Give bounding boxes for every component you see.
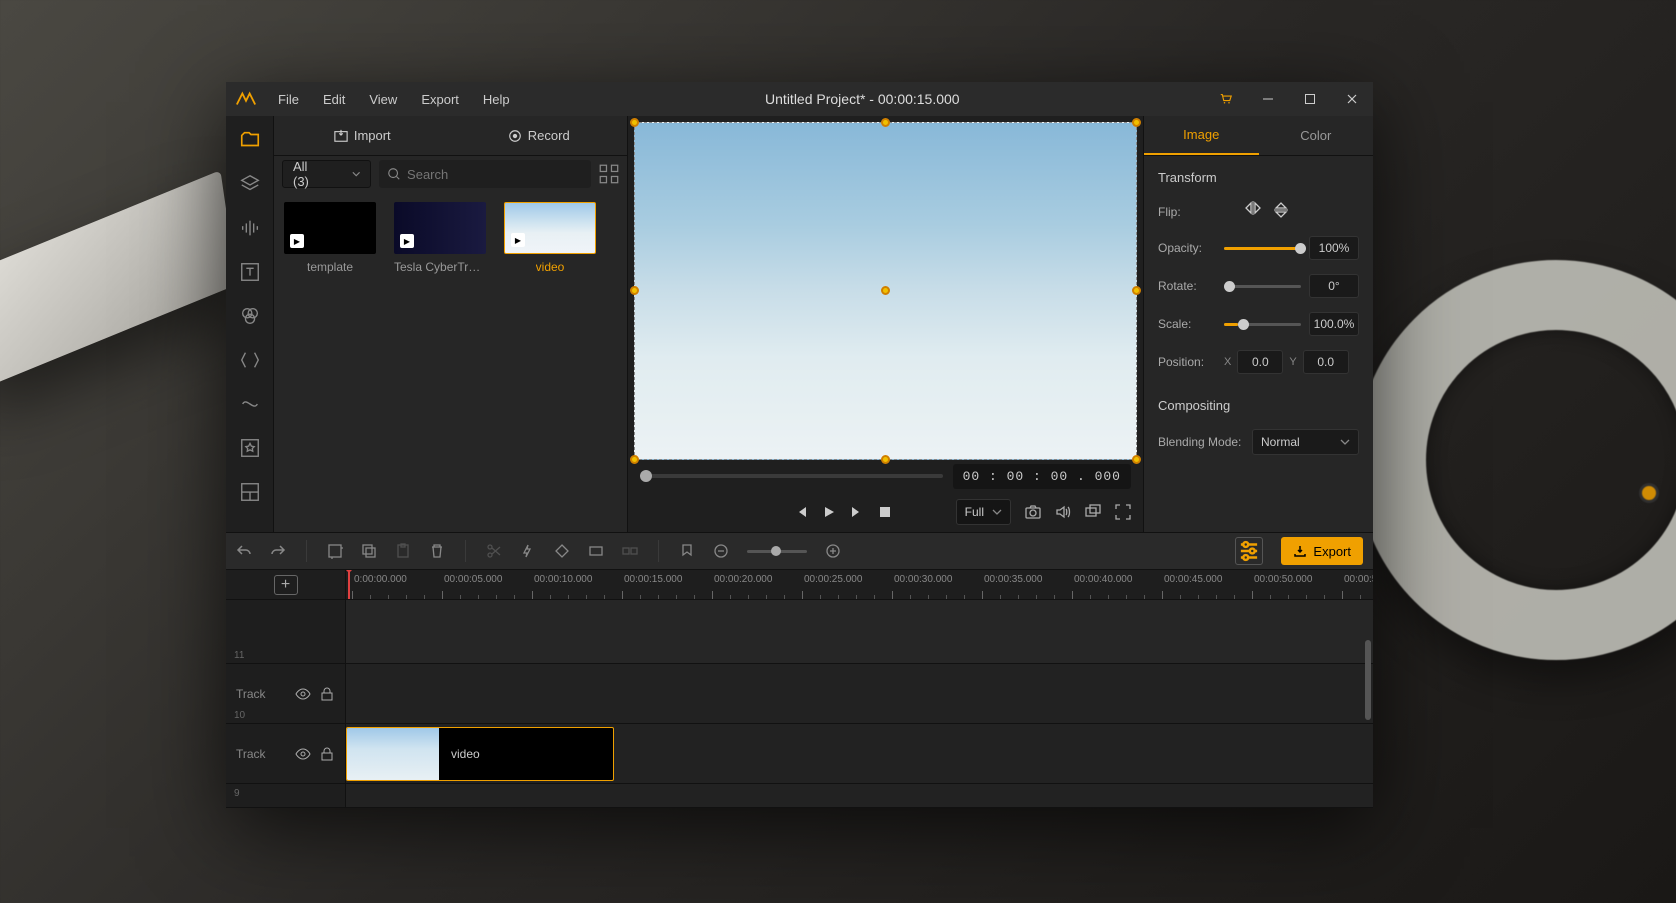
- app-logo: [226, 82, 266, 116]
- sidebar-elements-icon[interactable]: [230, 428, 270, 468]
- minimize-button[interactable]: [1247, 82, 1289, 116]
- visibility-icon[interactable]: [295, 746, 311, 762]
- export-button[interactable]: Export: [1281, 537, 1363, 565]
- prev-frame-button[interactable]: [794, 505, 808, 519]
- grid-view-icon[interactable]: [599, 163, 619, 185]
- track-content[interactable]: video: [346, 724, 1373, 783]
- time-display: 00 : 00 : 00 . 000: [953, 464, 1131, 489]
- fullscreen-icon[interactable]: [1115, 504, 1131, 520]
- properties-panel: Image Color Transform Flip: Opacity: 100…: [1143, 116, 1373, 532]
- detach-icon[interactable]: [1085, 504, 1101, 520]
- marker-icon[interactable]: [679, 543, 695, 559]
- menu-export[interactable]: Export: [411, 88, 469, 111]
- sidebar-media-icon[interactable]: [230, 120, 270, 160]
- timeline-toolbar: Export: [226, 532, 1373, 570]
- sidebar-transitions-icon[interactable]: [230, 340, 270, 380]
- play-button[interactable]: [822, 505, 836, 519]
- keyframe-icon[interactable]: [554, 543, 570, 559]
- track-content[interactable]: [346, 664, 1373, 723]
- add-track-button[interactable]: +: [274, 575, 298, 595]
- aspect-icon[interactable]: [588, 543, 604, 559]
- zoom-slider[interactable]: [747, 550, 807, 553]
- opacity-value[interactable]: 100%: [1309, 236, 1359, 260]
- compositing-header: Compositing: [1158, 398, 1359, 413]
- sidebar-filters-icon[interactable]: [230, 296, 270, 336]
- track-label: Track: [236, 687, 266, 701]
- position-x-input[interactable]: [1237, 350, 1283, 374]
- record-label: Record: [528, 128, 570, 143]
- track-label: Track: [236, 747, 266, 761]
- import-button[interactable]: Import: [274, 116, 451, 155]
- menu-help[interactable]: Help: [473, 88, 520, 111]
- media-item-template[interactable]: ▶ template: [284, 202, 376, 274]
- media-panel: Import Record All (3): [274, 116, 628, 532]
- scale-value[interactable]: 100.0%: [1309, 312, 1359, 336]
- lock-icon[interactable]: [319, 746, 335, 762]
- project-title: Untitled Project* - 00:00:15.000: [520, 91, 1205, 107]
- tab-image[interactable]: Image: [1144, 116, 1259, 155]
- undo-icon[interactable]: [236, 543, 252, 559]
- stop-button[interactable]: [878, 505, 892, 519]
- media-item-video[interactable]: ▶ video: [504, 202, 596, 274]
- delete-icon[interactable]: [429, 543, 445, 559]
- lock-icon[interactable]: [319, 686, 335, 702]
- blend-mode-dropdown[interactable]: Normal: [1252, 429, 1359, 455]
- import-label: Import: [354, 128, 391, 143]
- menu-view[interactable]: View: [359, 88, 407, 111]
- menu-file[interactable]: File: [268, 88, 309, 111]
- titlebar: File Edit View Export Help Untitled Proj…: [226, 82, 1373, 116]
- crop-icon[interactable]: [327, 543, 343, 559]
- zoom-in-icon[interactable]: [825, 543, 841, 559]
- visibility-icon[interactable]: [295, 686, 311, 702]
- rotate-value[interactable]: 0°: [1309, 274, 1359, 298]
- ruler[interactable]: 0:00:00.00000:00:05.00000:00:10.00000:00…: [346, 570, 1373, 599]
- flip-vertical-icon[interactable]: [1274, 201, 1288, 222]
- resolution-dropdown[interactable]: Full: [956, 499, 1011, 525]
- media-item-tesla[interactable]: ▶ Tesla CyberTruc...: [394, 202, 486, 274]
- opacity-slider[interactable]: [1224, 238, 1301, 258]
- sidebar-audio-icon[interactable]: [230, 208, 270, 248]
- speed-icon[interactable]: [520, 543, 536, 559]
- playhead[interactable]: [348, 570, 350, 599]
- seek-bar[interactable]: [640, 474, 943, 478]
- preview-canvas[interactable]: [634, 122, 1137, 460]
- export-icon: [1293, 544, 1307, 558]
- search-icon: [387, 167, 401, 181]
- split-icon[interactable]: [486, 543, 502, 559]
- cart-icon[interactable]: [1205, 82, 1247, 116]
- scale-slider[interactable]: [1224, 314, 1301, 334]
- sidebar-split-icon[interactable]: [230, 472, 270, 512]
- redo-icon[interactable]: [270, 543, 286, 559]
- paste-icon[interactable]: [395, 543, 411, 559]
- next-frame-button[interactable]: [850, 505, 864, 519]
- transform-header: Transform: [1158, 170, 1359, 185]
- record-button[interactable]: Record: [451, 116, 628, 155]
- preview-panel: 00 : 00 : 00 . 000 Full: [628, 116, 1143, 532]
- close-button[interactable]: [1331, 82, 1373, 116]
- sidebar-layers-icon[interactable]: [230, 164, 270, 204]
- rotate-slider[interactable]: [1224, 276, 1301, 296]
- timeline-scrollbar[interactable]: [1365, 640, 1371, 720]
- app-window: File Edit View Export Help Untitled Proj…: [226, 82, 1373, 808]
- menu-edit[interactable]: Edit: [313, 88, 355, 111]
- group-icon[interactable]: [622, 543, 638, 559]
- timeline: + 0:00:00.00000:00:05.00000:00:10.00000:…: [226, 570, 1373, 808]
- volume-icon[interactable]: [1055, 504, 1071, 520]
- snapshot-icon[interactable]: [1025, 504, 1041, 520]
- flip-horizontal-icon[interactable]: [1244, 201, 1262, 222]
- search-box[interactable]: [379, 160, 591, 188]
- search-input[interactable]: [407, 167, 583, 182]
- sidebar-motion-icon[interactable]: [230, 384, 270, 424]
- zoom-out-icon[interactable]: [713, 543, 729, 559]
- sidebar-text-icon[interactable]: [230, 252, 270, 292]
- timeline-clip[interactable]: video: [346, 727, 614, 781]
- sidebar: [226, 116, 274, 532]
- tab-color[interactable]: Color: [1259, 116, 1374, 155]
- media-filter-dropdown[interactable]: All (3): [282, 160, 371, 188]
- position-y-input[interactable]: [1303, 350, 1349, 374]
- copy-icon[interactable]: [361, 543, 377, 559]
- maximize-button[interactable]: [1289, 82, 1331, 116]
- settings-icon[interactable]: [1235, 537, 1263, 565]
